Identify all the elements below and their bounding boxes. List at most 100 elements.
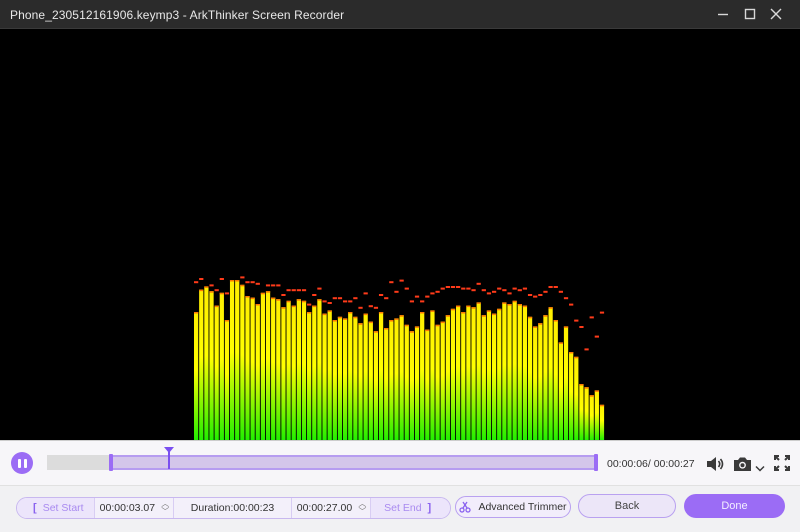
snapshot-options-dropdown[interactable]: [755, 460, 765, 478]
start-time-field[interactable]: 00:00:03.07 ︿ ﹀: [95, 498, 175, 518]
visualizer-bar-top: [553, 320, 558, 322]
visualizer-bar: [430, 310, 435, 440]
visualizer-peak: [255, 282, 260, 285]
advanced-trimmer-button[interactable]: Advanced Trimmer: [455, 496, 571, 518]
visualizer-bar-top: [409, 331, 415, 333]
end-time-stepper[interactable]: ︿ ﹀: [358, 500, 366, 516]
visualizer-peak: [399, 279, 404, 282]
visualizer-bar: [281, 307, 286, 440]
visualizer-peak: [456, 286, 461, 288]
visualizer-peak: [502, 289, 507, 292]
visualizer-peak: [209, 284, 214, 287]
visualizer-bar-top: [440, 321, 445, 324]
visualizer-bar-top: [589, 395, 594, 397]
visualizer-bar-top: [286, 300, 291, 303]
visualizer-bar: [327, 310, 332, 440]
visualizer-bar-top: [307, 312, 312, 314]
visualizer-bar: [384, 328, 389, 440]
minimize-button[interactable]: [711, 4, 735, 24]
visualizer-bar-top: [435, 324, 440, 327]
visualizer-bar: [214, 305, 219, 440]
visualizer-peak: [245, 281, 250, 284]
back-button[interactable]: Back: [578, 494, 676, 518]
visualizer-bar: [224, 320, 230, 440]
visualizer-bar-top: [502, 302, 507, 304]
visualizer-peak: [599, 311, 605, 314]
chevron-down-icon[interactable]: ﹀: [161, 508, 169, 516]
visualizer-bar-top: [399, 315, 404, 317]
visualizer-peak: [312, 294, 317, 296]
playhead[interactable]: [164, 447, 174, 469]
visualizer-bar: [543, 315, 548, 440]
trim-end-handle[interactable]: [594, 454, 598, 471]
visualizer-bar: [512, 300, 517, 440]
pause-icon-bar: [23, 458, 27, 468]
bracket-left-icon: [: [33, 502, 37, 514]
visualizer-peak: [430, 292, 435, 295]
pause-icon: [17, 458, 21, 468]
set-start-label: Set Start: [42, 502, 84, 514]
visualizer-bar: [569, 352, 574, 440]
visualizer-peak: [384, 297, 389, 300]
visualizer-bar: [589, 395, 594, 440]
volume-icon: [707, 457, 724, 471]
set-end-button[interactable]: Set End ]: [371, 498, 450, 518]
visualizer-bar: [579, 384, 584, 440]
fullscreen-button[interactable]: [774, 455, 790, 476]
visualizer-bar: [486, 310, 492, 440]
visualizer-peak: [491, 290, 497, 293]
visualizer-bar: [260, 292, 266, 440]
end-time-field[interactable]: 00:00:27.00 ︿ ﹀: [292, 498, 372, 518]
start-time-value: 00:00:03.07: [99, 502, 156, 514]
visualizer-peak: [337, 297, 343, 300]
visualizer-bar-top: [224, 320, 230, 322]
visualizer-bar-top: [394, 318, 399, 320]
visualizer-peak: [497, 287, 502, 290]
visualizer-peak: [250, 281, 255, 284]
visualizer-peak: [414, 295, 420, 298]
set-start-button[interactable]: [ Set Start: [17, 498, 95, 518]
visualizer-bar: [522, 305, 528, 440]
trim-start-handle[interactable]: [109, 454, 113, 471]
visualizer-bar-top: [486, 310, 492, 312]
visualizer-peak: [271, 284, 276, 287]
visualizer-peak: [368, 305, 373, 308]
bracket-right-icon: ]: [427, 502, 432, 514]
preview-area: [0, 29, 800, 440]
done-button[interactable]: Done: [684, 494, 785, 518]
visualizer-bar-top: [271, 297, 276, 300]
window-title: Phone_230512161906.keymp3 - ArkThinker S…: [10, 8, 345, 22]
chevron-down-icon: [755, 465, 765, 472]
visualizer-bar-top: [348, 312, 353, 314]
duration-value: Duration:00:00:23: [190, 502, 275, 514]
visualizer-bar-top: [527, 316, 533, 319]
trim-bar: [ Set Start 00:00:03.07 ︿ ﹀ Duration:00:0…: [0, 485, 800, 532]
visualizer-bar-top: [414, 326, 420, 328]
visualizer-peak: [373, 306, 379, 309]
snapshot-button[interactable]: [733, 456, 753, 477]
visualizer-bar: [538, 323, 543, 440]
visualizer-bar: [456, 305, 461, 440]
visualizer-bar-top: [337, 316, 343, 319]
visualizer-bar-top: [194, 312, 199, 314]
visualizer-bar-top: [466, 305, 471, 308]
visualizer-bar: [450, 308, 456, 440]
volume-button[interactable]: [705, 455, 725, 478]
visualizer-peak: [543, 290, 548, 293]
visualizer-bar: [286, 300, 291, 440]
pause-button[interactable]: [11, 452, 33, 474]
visualizer-bar-top: [291, 305, 296, 308]
close-button[interactable]: [764, 4, 788, 24]
timeline-track[interactable]: [47, 447, 598, 471]
visualizer-bar-top: [476, 302, 481, 304]
chevron-down-icon[interactable]: ﹀: [358, 508, 366, 516]
visualizer-bar: [584, 387, 589, 440]
visualizer-bar-top: [342, 318, 348, 320]
visualizer-peak: [522, 287, 528, 290]
visualizer-bar: [491, 313, 497, 440]
maximize-button[interactable]: [738, 4, 762, 24]
visualizer-bar-top: [456, 305, 461, 308]
visualizer-bar-top: [543, 315, 548, 317]
start-time-stepper[interactable]: ︿ ﹀: [161, 500, 169, 516]
playback-controls: 00:00:06/ 00:00:27: [0, 440, 800, 485]
